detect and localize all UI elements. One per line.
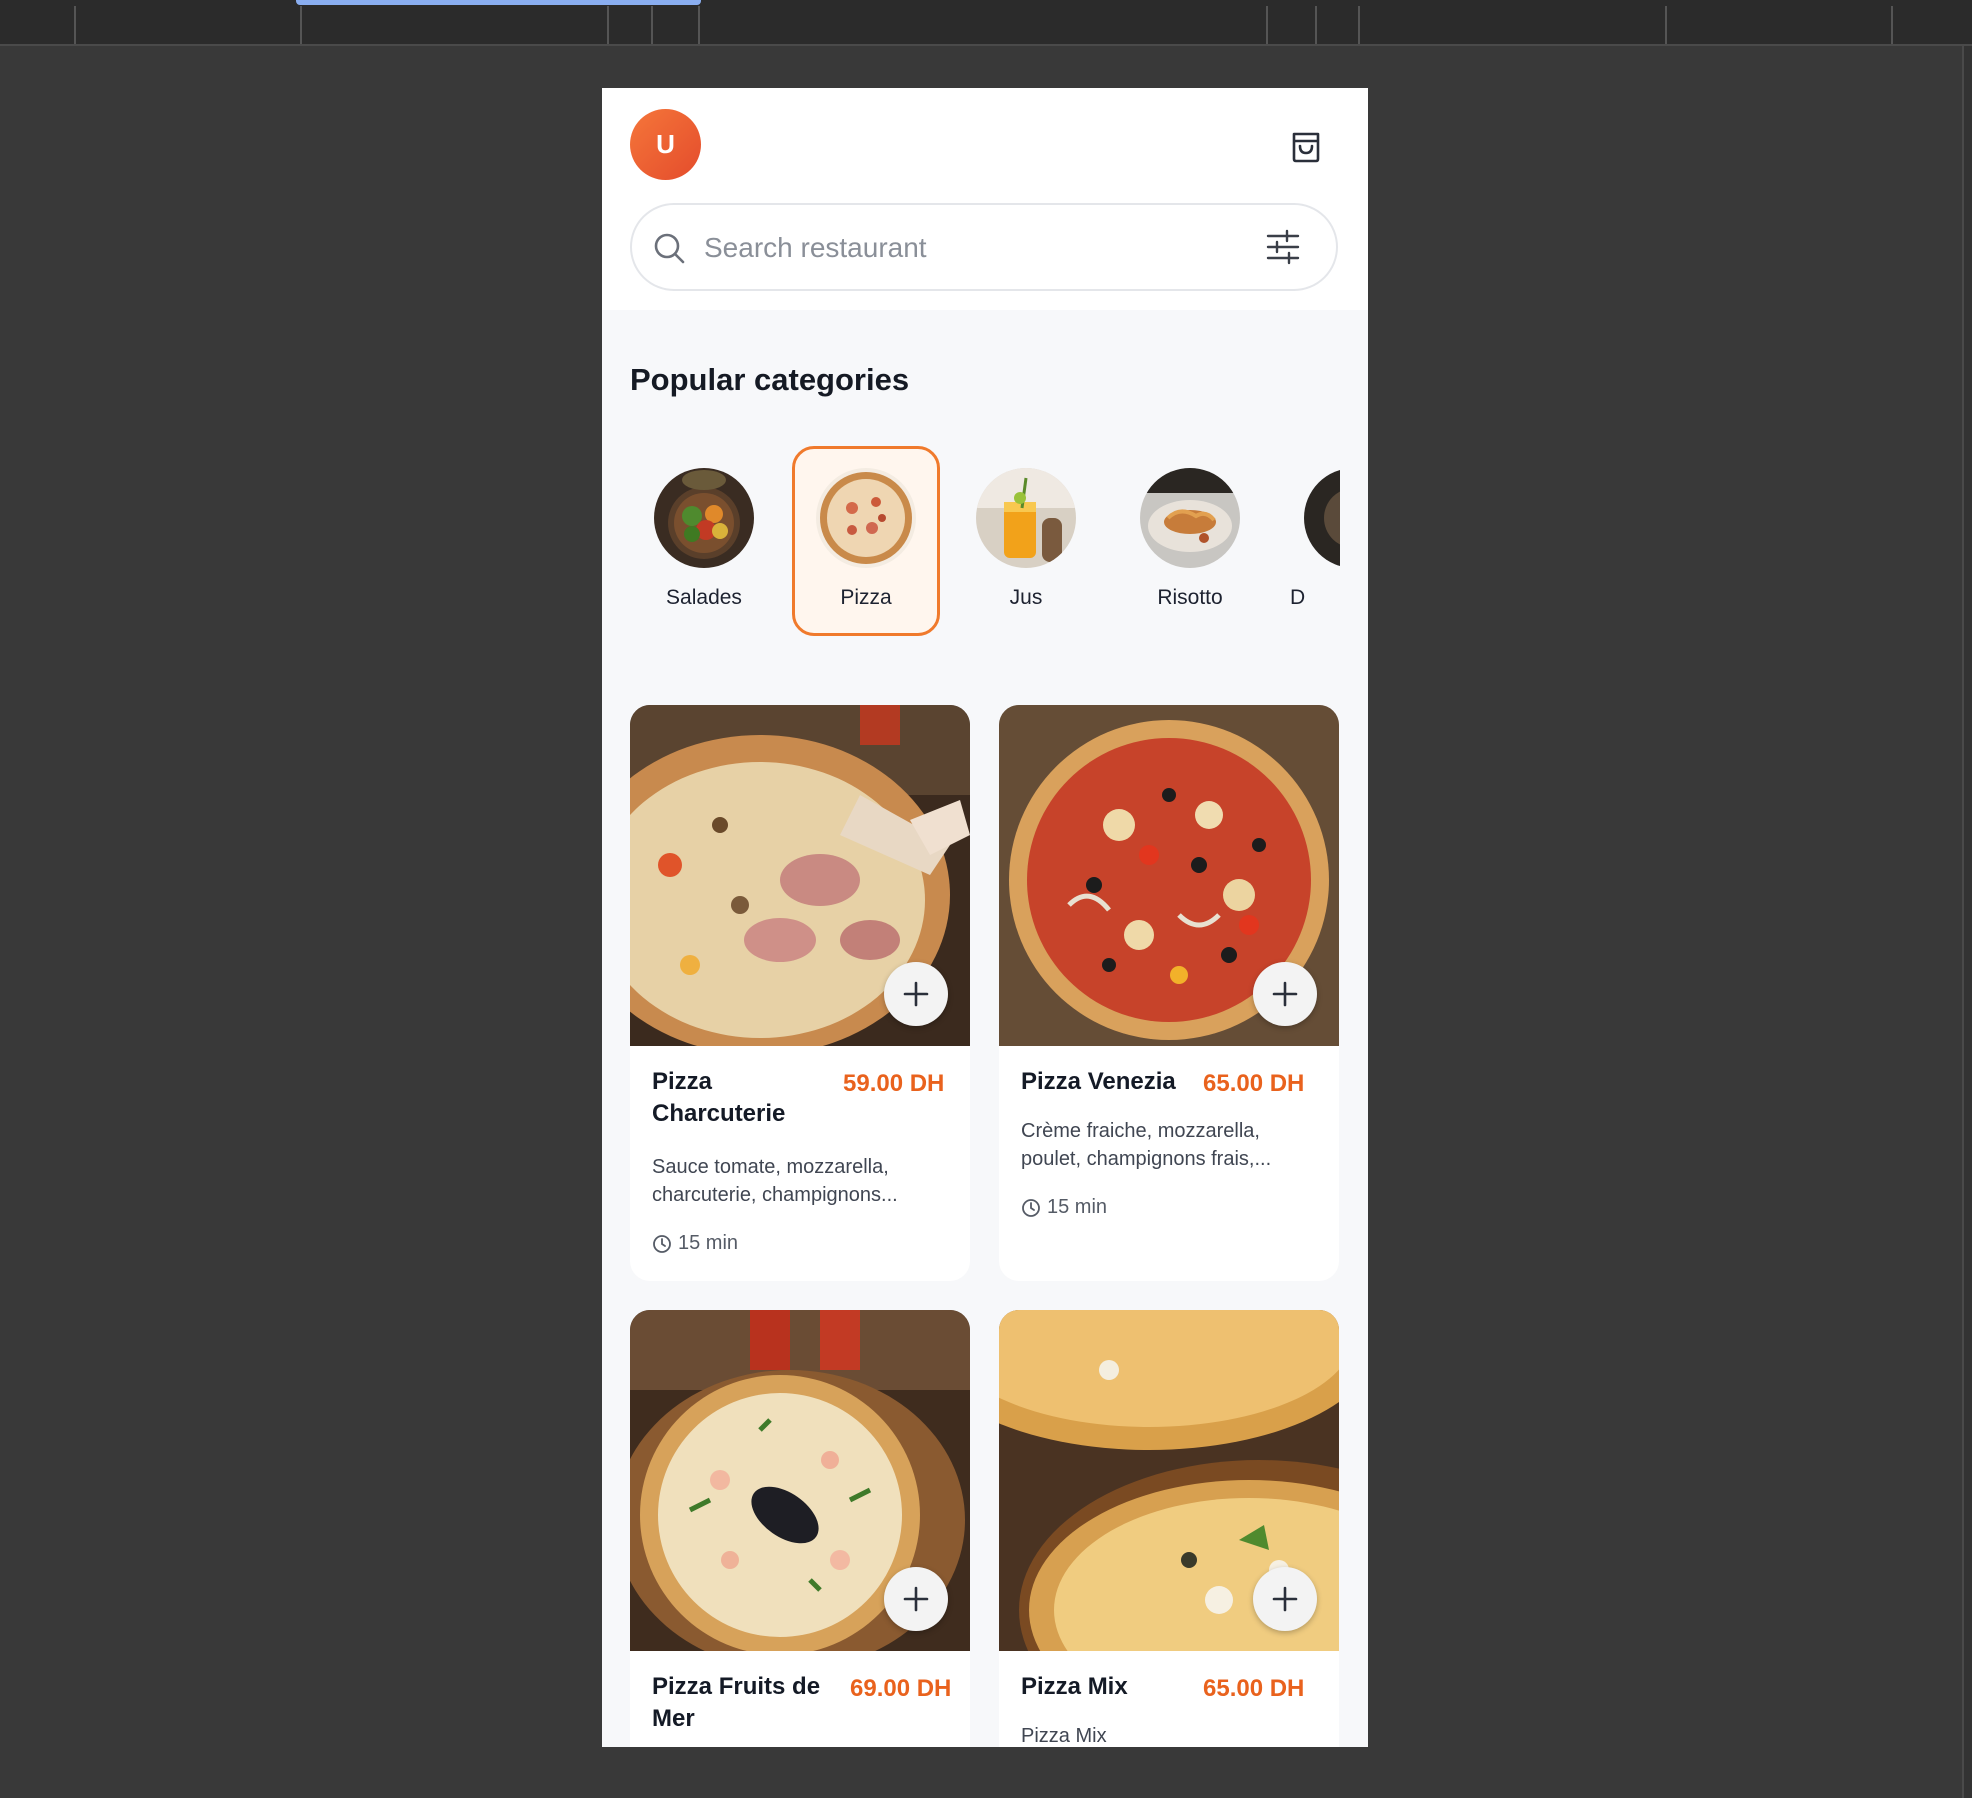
category-label: Jus <box>1009 586 1043 609</box>
page-scrollbar[interactable] <box>1962 46 1972 1798</box>
toolbar-divider <box>300 6 302 44</box>
clock-icon <box>653 1234 671 1253</box>
category-salades[interactable]: Salades <box>630 446 778 636</box>
search-bar <box>630 203 1338 291</box>
add-to-cart-button[interactable] <box>1253 1567 1317 1631</box>
product-card[interactable]: Pizza Venezia 65.00 DH Crème fraiche, mo… <box>999 705 1339 1281</box>
prep-time: 15 min <box>652 1232 738 1255</box>
toolbar-divider <box>74 6 76 44</box>
devtools-toolbar <box>0 0 1972 46</box>
section-title-popular-categories: Popular categories <box>630 362 910 397</box>
prep-time-text: 15 min <box>1047 1196 1108 1218</box>
shopping-bag-icon <box>1292 132 1320 163</box>
add-to-cart-button[interactable] <box>1253 962 1317 1026</box>
product-name: Pizza Charcuterie <box>652 1068 786 1127</box>
cart-button[interactable] <box>1284 124 1328 168</box>
search-icon <box>654 233 685 264</box>
risotto-image <box>1140 468 1240 568</box>
category-carousel[interactable]: Salades Pizza Jus Risotto D <box>630 446 1340 636</box>
category-label: Pizza <box>840 586 892 609</box>
toolbar-divider <box>651 6 653 44</box>
product-card[interactable]: Pizza Charcuterie 59.00 DH Sauce tomate,… <box>630 705 970 1281</box>
search-input[interactable] <box>702 223 1246 273</box>
juice-image <box>976 468 1076 568</box>
toolbar-divider <box>1665 6 1667 44</box>
category-pizza[interactable]: Pizza <box>792 446 940 636</box>
product-info: Pizza Fruits de Mer 69.00 DH <box>630 1651 970 1747</box>
prep-time-text: 15 min <box>678 1232 739 1254</box>
toolbar-divider <box>1266 6 1268 44</box>
toolbar-divider <box>698 6 700 44</box>
plus-icon <box>1272 981 1298 1007</box>
category-label: Risotto <box>1157 586 1223 609</box>
plus-icon <box>1272 1586 1298 1612</box>
dessert-image <box>1304 468 1340 568</box>
product-price: 65.00 DH <box>1203 1070 1305 1097</box>
product-info: Pizza Mix 65.00 DH Pizza Mix <box>999 1651 1339 1747</box>
product-info: Pizza Venezia 65.00 DH Crème fraiche, mo… <box>999 1046 1339 1281</box>
plus-icon <box>903 981 929 1007</box>
product-info: Pizza Charcuterie 59.00 DH Sauce tomate,… <box>630 1046 970 1281</box>
product-price: 69.00 DH <box>850 1675 952 1702</box>
category-label: Salades <box>666 586 742 609</box>
active-tab-indicator <box>296 0 701 5</box>
clock-icon <box>1022 1198 1040 1217</box>
toolbar-divider <box>1891 6 1893 44</box>
toolbar-divider <box>1315 6 1317 44</box>
product-description: Pizza Mix <box>1021 1725 1107 1747</box>
category-d[interactable]: D <box>1280 446 1340 636</box>
product-name: Pizza Mix <box>1021 1673 1128 1700</box>
product-description: Crème fraiche, mozzarella, poulet, champ… <box>1021 1120 1272 1170</box>
add-to-cart-button[interactable] <box>884 1567 948 1631</box>
toolbar-divider <box>607 6 609 44</box>
pizza-image <box>816 468 916 568</box>
category-label: D <box>1290 586 1306 609</box>
category-risotto[interactable]: Risotto <box>1116 446 1264 636</box>
app-header: U <box>602 88 1368 310</box>
avatar-initial: U <box>656 129 675 159</box>
filter-sliders-icon[interactable] <box>1265 229 1301 265</box>
product-price: 59.00 DH <box>843 1070 945 1097</box>
category-jus[interactable]: Jus <box>952 446 1100 636</box>
add-to-cart-button[interactable] <box>884 962 948 1026</box>
product-price: 65.00 DH <box>1203 1675 1305 1702</box>
product-name: Pizza Fruits de Mer <box>652 1673 821 1732</box>
mobile-viewport: U Popular categories <box>602 88 1368 1747</box>
product-name: Pizza Venezia <box>1021 1068 1176 1095</box>
product-description: Sauce tomate, mozzarella, charcuterie, c… <box>652 1156 898 1206</box>
toolbar-divider <box>1358 6 1360 44</box>
prep-time: 15 min <box>1021 1196 1107 1219</box>
product-card[interactable]: Pizza Fruits de Mer 69.00 DH <box>630 1310 970 1747</box>
salad-image <box>654 468 754 568</box>
product-card[interactable]: Pizza Mix 65.00 DH Pizza Mix <box>999 1310 1339 1747</box>
plus-icon <box>903 1586 929 1612</box>
user-avatar[interactable]: U <box>630 109 701 180</box>
